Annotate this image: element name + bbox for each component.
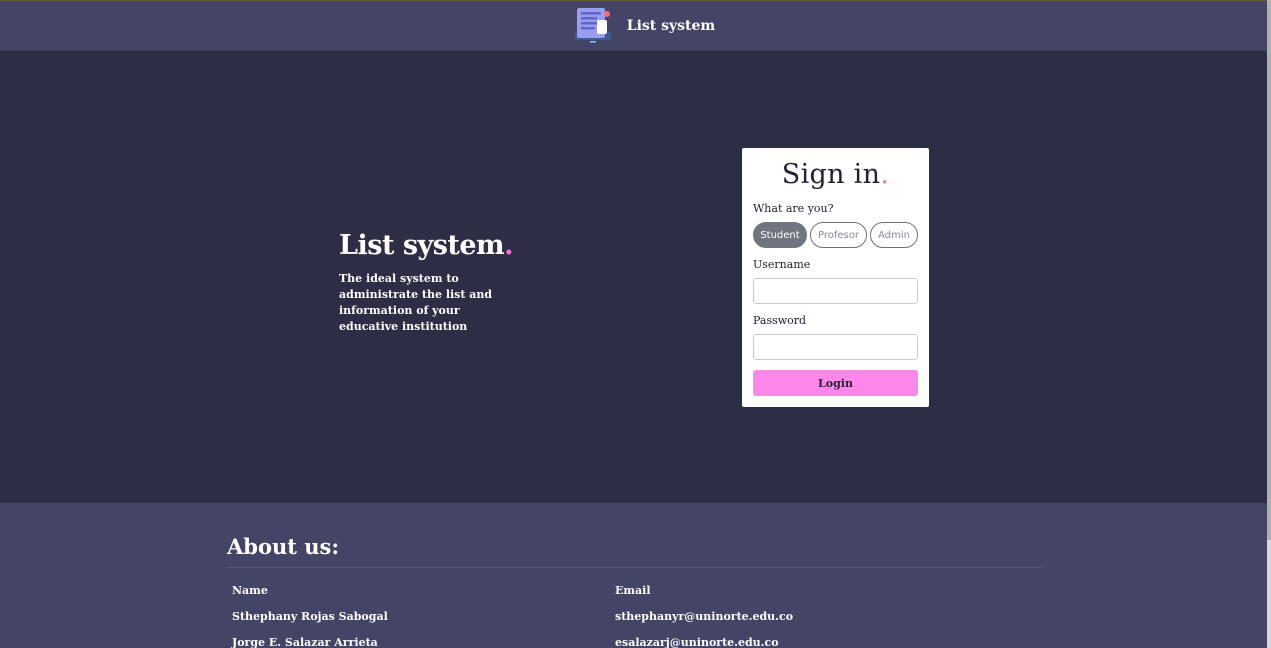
signin-title-text: Sign in [781,159,881,190]
hero-title: List system. [339,229,539,263]
navbar: List system [0,1,1271,51]
team-table: Name Email Sthephany Rojas Sabogal sthep… [227,577,1042,648]
hero-section: List system. The ideal system to adminis… [0,51,1271,503]
clipboard-list-icon [574,8,611,43]
member-name: Sthephany Rojas Sabogal [232,609,388,623]
navbar-brand[interactable]: List system [573,6,715,46]
role-admin-button[interactable]: Admin [870,222,918,248]
hero-title-text: List system [339,230,505,261]
about-section: About us: Name Email Sthephany Rojas Sab… [0,503,1271,648]
username-input[interactable] [753,278,918,304]
role-profesor-button[interactable]: Profesor [810,222,867,248]
login-button[interactable]: Login [753,370,918,396]
signin-title: Sign in. [753,158,918,192]
password-label: Password [753,314,807,327]
username-label: Username [753,258,811,271]
password-input[interactable] [753,334,918,360]
table-header-row: Name Email [227,577,1042,603]
about-divider [227,567,1042,568]
signin-title-dot: . [880,159,890,190]
member-email: sthephanyr@uninorte.edu.co [615,609,794,623]
hero-title-dot: . [504,230,514,261]
member-name: Jorge E. Salazar Arrieta [232,635,378,648]
page-scrollbar[interactable] [1267,0,1271,648]
about-title: About us: [227,534,340,559]
role-label: What are you? [753,202,834,215]
scrollbar-thumb[interactable] [1267,0,1271,540]
column-header-email: Email [615,583,651,597]
role-student-button[interactable]: Student [753,222,807,248]
column-header-name: Name [232,583,268,597]
navbar-title: List system [626,18,716,34]
role-selector: Student Profesor Admin [753,222,918,248]
hero-text: List system. The ideal system to adminis… [339,229,539,335]
hero-description: The ideal system to administrate the lis… [339,272,493,333]
table-row: Sthephany Rojas Sabogal sthephanyr@unino… [227,603,1042,629]
signin-card: Sign in. What are you? Student Profesor … [742,148,929,407]
member-email: esalazarj@uninorte.edu.co [615,635,779,648]
table-row: Jorge E. Salazar Arrieta esalazarj@unino… [227,629,1042,648]
